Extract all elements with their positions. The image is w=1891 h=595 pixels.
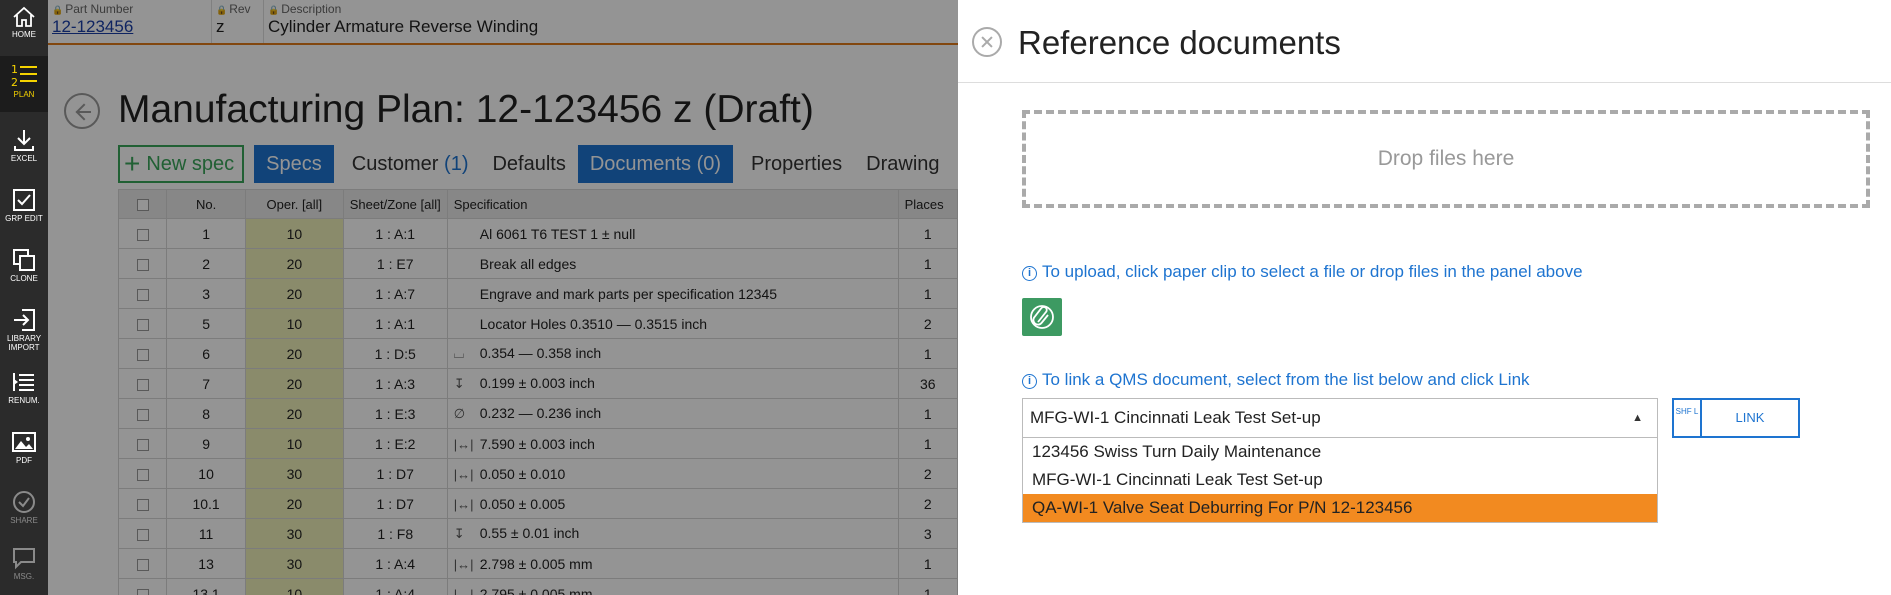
qms-select-value: MFG-WI-1 Cincinnati Leak Test Set-up	[1030, 408, 1321, 427]
pdf-button[interactable]: PDF	[0, 424, 48, 480]
paperclip-icon	[1030, 305, 1054, 329]
message-button[interactable]: MSG.	[0, 540, 48, 595]
library-import-button[interactable]: LIBRARY IMPORT	[0, 302, 48, 358]
share-button[interactable]: SHARE	[0, 484, 48, 540]
reference-documents-panel: Reference documents Drop files here i To …	[958, 0, 1891, 595]
link-hint-text: To link a QMS document, select from the …	[1042, 370, 1530, 389]
svg-text:1: 1	[11, 63, 18, 76]
plan-label: PLAN	[13, 90, 35, 99]
message-icon	[13, 548, 35, 570]
home-button[interactable]: HOME	[0, 0, 48, 56]
message-label: MSG.	[13, 572, 35, 581]
caret-up-icon: ▲	[1632, 412, 1643, 424]
home-label: HOME	[12, 30, 36, 39]
info-icon: i	[1022, 266, 1037, 281]
checkbox-edit-icon	[13, 189, 35, 211]
divider	[958, 82, 1891, 83]
renumber-label: RENUM.	[8, 396, 40, 405]
file-dropzone[interactable]: Drop files here	[1022, 110, 1870, 208]
qms-options-list: 123456 Swiss Turn Daily Maintenance MFG-W…	[1022, 438, 1658, 523]
excel-button[interactable]: EXCEL	[0, 122, 48, 178]
grp-edit-label: GRP EDIT	[5, 214, 43, 223]
close-icon[interactable]	[972, 27, 1002, 57]
pdf-label: PDF	[16, 456, 32, 465]
qms-option[interactable]: MFG-WI-1 Cincinnati Leak Test Set-up	[1023, 466, 1657, 494]
image-icon	[12, 432, 36, 452]
plan-list-icon: 12	[11, 63, 37, 88]
clone-button[interactable]: CLONE	[0, 242, 48, 298]
modal-overlay[interactable]	[48, 0, 958, 595]
share-check-icon	[13, 491, 35, 513]
link-hint: i To link a QMS document, select from the…	[1022, 370, 1530, 390]
share-label: SHARE	[10, 516, 38, 525]
import-icon	[14, 309, 35, 331]
plan-button[interactable]: 12 PLAN	[0, 56, 48, 112]
panel-title: Reference documents	[1018, 24, 1341, 61]
clone-label: CLONE	[10, 274, 38, 283]
svg-text:2: 2	[11, 76, 18, 88]
qms-document-select[interactable]: MFG-WI-1 Cincinnati Leak Test Set-up ▲	[1022, 398, 1658, 438]
shfl-button[interactable]: SHF L	[1674, 400, 1702, 436]
renumber-icon	[13, 373, 34, 391]
grp-edit-button[interactable]: GRP EDIT	[0, 182, 48, 238]
info-icon: i	[1022, 374, 1037, 389]
renumber-button[interactable]: RENUM.	[0, 364, 48, 420]
excel-label: EXCEL	[10, 154, 38, 163]
qms-option[interactable]: QA-WI-1 Valve Seat Deburring For P/N 12-…	[1023, 494, 1657, 522]
left-toolbar: HOME 12 PLAN EXCEL GRP EDIT CLONE LIBRAR…	[0, 0, 48, 595]
link-button-group: SHF L LINK	[1672, 398, 1800, 438]
manufacturing-plan-page: Part Number 12-123456 Rev z Description …	[48, 0, 958, 595]
download-icon	[14, 130, 34, 151]
upload-hint: i To upload, click paper clip to select a…	[1022, 262, 1583, 282]
qms-option[interactable]: 123456 Swiss Turn Daily Maintenance	[1023, 438, 1657, 466]
attach-file-button[interactable]	[1022, 298, 1062, 336]
shfl-label: SHF L	[1675, 407, 1699, 416]
library-import-label: LIBRARY IMPORT	[6, 334, 42, 352]
upload-hint-text: To upload, click paper clip to select a …	[1042, 262, 1583, 281]
link-button[interactable]: LINK	[1702, 400, 1798, 436]
clone-icon	[13, 249, 35, 271]
home-icon	[13, 6, 35, 27]
